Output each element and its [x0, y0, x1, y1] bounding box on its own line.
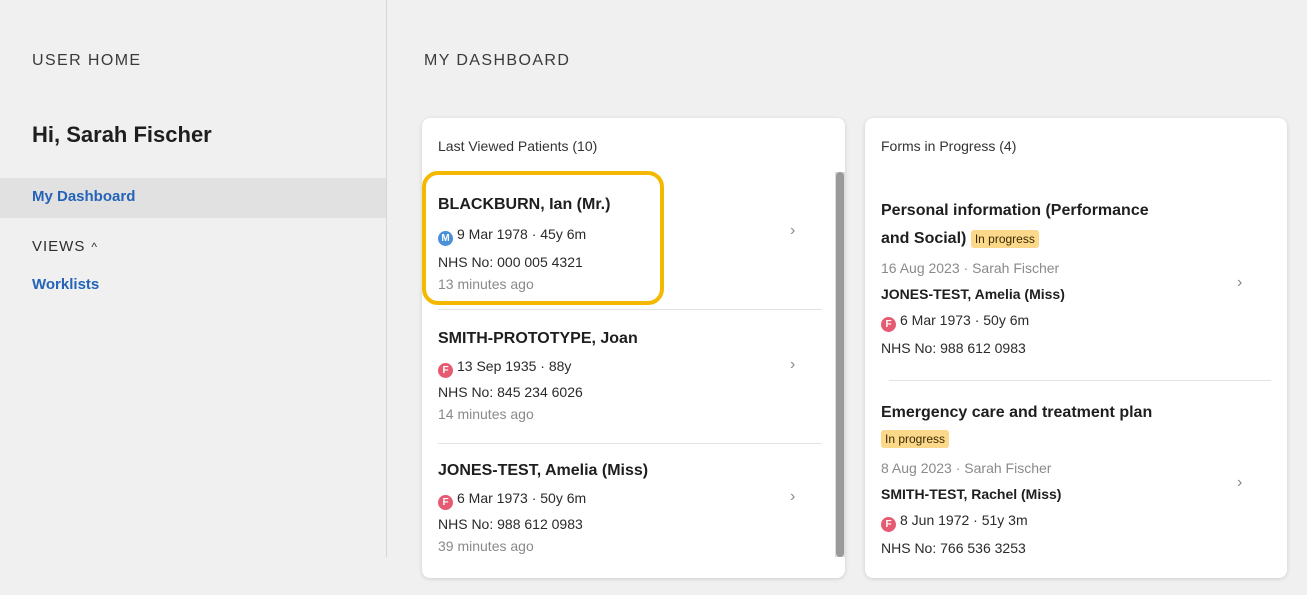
dob-age-text: 6 Mar 1973 · 50y 6m — [457, 490, 587, 506]
patient-dob: M 9 Mar 1978 · 45y 6m — [438, 226, 586, 246]
chevron-right-icon: › — [790, 222, 796, 239]
chevron-right-icon: › — [790, 488, 796, 505]
user-greeting: Hi, Sarah Fischer — [32, 122, 212, 147]
dob-age-text: 9 Mar 1978 · 45y 6m — [457, 226, 587, 242]
patient-name: BLACKBURN, Ian (Mr.) — [438, 196, 611, 213]
form-meta: 8 Aug 2023 · Sarah Fischer — [881, 460, 1052, 476]
chevron-up-icon: ^ — [91, 240, 98, 254]
female-badge-icon: F — [881, 517, 896, 532]
card-title: Last Viewed Patients (10) — [438, 138, 598, 154]
form-meta: 16 Aug 2023 · Sarah Fischer — [881, 260, 1060, 276]
patient-name: JONES-TEST, Amelia (Miss) — [881, 286, 1065, 302]
divider — [438, 443, 822, 444]
views-label: VIEWS — [32, 238, 86, 255]
female-badge-icon: F — [438, 363, 453, 378]
status-badge: In progress — [881, 430, 950, 448]
sidebar-item-label: My Dashboard — [32, 188, 136, 205]
patient-name: SMITH-TEST, Rachel (Miss) — [881, 486, 1062, 502]
sidebar-item-my-dashboard[interactable]: My Dashboard — [0, 178, 386, 218]
patient-dob: F 6 Mar 1973 · 50y 6m — [881, 312, 1029, 332]
last-viewed-patients-card: Last Viewed Patients (10) BLACKBURN, Ian… — [422, 118, 845, 578]
patient-name: JONES-TEST, Amelia (Miss) — [438, 462, 649, 479]
page-title: MY DASHBOARD — [424, 52, 571, 69]
nhs-number: NHS No: 000 005 4321 — [438, 254, 583, 270]
form-list-item[interactable]: Personal information (Performance and So… — [865, 196, 1287, 376]
patient-dob: F 13 Sep 1935 · 88y — [438, 358, 571, 378]
forms-in-progress-card: Forms in Progress (4) Personal informati… — [865, 118, 1287, 578]
female-badge-icon: F — [881, 317, 896, 332]
status-row: In progress — [881, 430, 950, 448]
chevron-right-icon: › — [1237, 274, 1243, 291]
sidebar-item-worklists[interactable]: Worklists — [32, 276, 99, 293]
chevron-right-icon: › — [790, 356, 796, 373]
nhs-number: NHS No: 766 536 3253 — [881, 540, 1026, 556]
dob-age-text: 13 Sep 1935 · 88y — [457, 358, 572, 374]
patient-dob: F 6 Mar 1973 · 50y 6m — [438, 490, 586, 510]
form-title: Emergency care and treatment plan — [881, 404, 1153, 421]
viewed-time: 39 minutes ago — [438, 538, 534, 554]
patient-dob: F 8 Jun 1972 · 51y 3m — [881, 512, 1028, 532]
dob-age-text: 6 Mar 1973 · 50y 6m — [900, 312, 1030, 328]
viewed-time: 14 minutes ago — [438, 406, 534, 422]
female-badge-icon: F — [438, 495, 453, 510]
form-title-line2: and Social) — [881, 230, 967, 247]
form-list-item[interactable]: Emergency care and treatment plan In pro… — [865, 398, 1287, 578]
scrollbar-thumb[interactable] — [836, 172, 844, 557]
sidebar: USER HOME Hi, Sarah Fischer My Dashboard… — [0, 0, 387, 557]
nhs-number: NHS No: 988 612 0983 — [881, 340, 1026, 356]
divider — [438, 309, 822, 310]
male-badge-icon: M — [438, 231, 453, 246]
divider — [889, 380, 1271, 381]
patient-list-item[interactable]: JONES-TEST, Amelia (Miss) F 6 Mar 1973 · … — [422, 462, 838, 595]
nhs-number: NHS No: 845 234 6026 — [438, 384, 583, 400]
card-title: Forms in Progress (4) — [881, 138, 1017, 154]
dob-age-text: 8 Jun 1972 · 51y 3m — [900, 512, 1028, 528]
form-title: Personal information (Performance — [881, 202, 1149, 219]
views-section-toggle[interactable]: VIEWS ^ — [32, 238, 98, 255]
form-title-cont: and Social) In progress — [881, 226, 1039, 252]
status-badge: In progress — [970, 230, 1039, 248]
viewed-time: 13 minutes ago — [438, 276, 534, 292]
patient-name: SMITH-PROTOTYPE, Joan — [438, 330, 638, 347]
nhs-number: NHS No: 988 612 0983 — [438, 516, 583, 532]
sidebar-heading: USER HOME — [32, 52, 142, 69]
chevron-right-icon: › — [1237, 474, 1243, 491]
